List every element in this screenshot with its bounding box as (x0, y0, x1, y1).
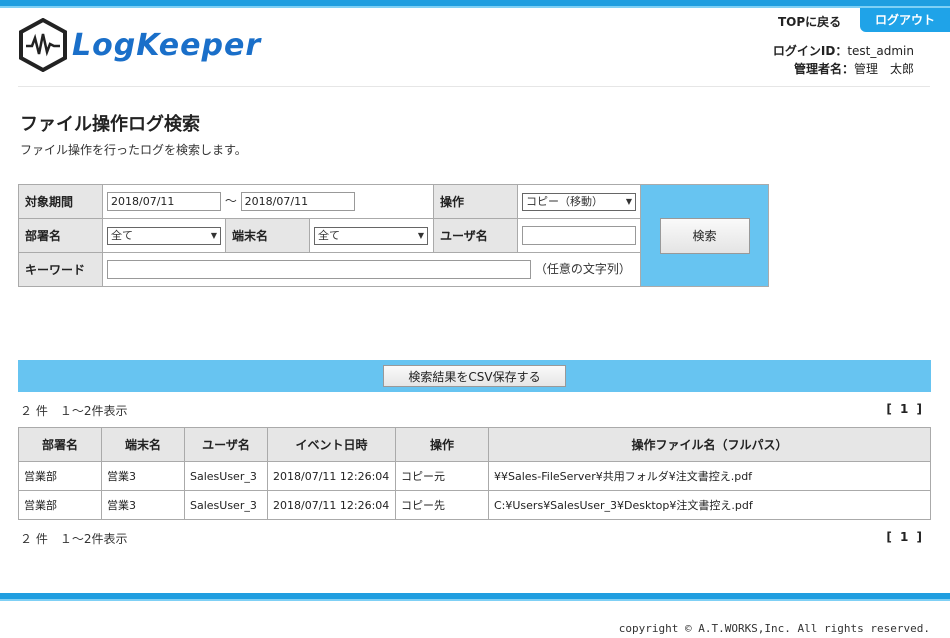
result-table: 部署名 端末名 ユーザ名 イベント日時 操作 操作ファイル名（フルパス） 営業部… (18, 427, 931, 520)
table-cell: 営業部 (18, 461, 102, 491)
search-button-cell: 検索 (640, 184, 770, 287)
table-cell: 2018/07/11 12:26:04 (267, 461, 396, 491)
search-button[interactable]: 検索 (659, 217, 750, 254)
table-cell: 営業3 (101, 461, 185, 491)
header-divider (18, 86, 930, 87)
result-count-bottom: ２ 件 １～2件表示 (20, 532, 128, 546)
pager-bottom: [ 1 ] (886, 530, 924, 544)
column-header: 操作 (395, 427, 489, 462)
column-header: 操作ファイル名（フルパス） (488, 427, 931, 462)
result-header-row: 部署名 端末名 ユーザ名 イベント日時 操作 操作ファイル名（フルパス） (18, 427, 931, 462)
pager-link[interactable]: [ 1 ] (886, 530, 924, 544)
terminal-select-value: 全て (318, 228, 340, 242)
table-cell: 営業部 (18, 490, 102, 520)
date-to-input[interactable]: 2018/07/11 (240, 192, 355, 211)
footer-accent-bar-light (0, 599, 950, 601)
table-cell: SalesUser_3 (184, 490, 268, 520)
csv-save-button[interactable]: 検索結果をCSV保存する (383, 365, 566, 387)
column-header: 端末名 (101, 427, 185, 462)
logout-button[interactable]: ログアウト (860, 8, 950, 32)
department-select-value: 全て (111, 228, 133, 242)
column-header: 部署名 (18, 427, 102, 462)
column-header: ユーザ名 (184, 427, 268, 462)
table-row: 営業部 営業3 SalesUser_3 2018/07/11 12:26:04 … (18, 461, 931, 491)
operation-label: 操作 (433, 184, 518, 219)
top-accent-bar-light (0, 6, 950, 8)
operation-select-value: コピー（移動） (526, 194, 603, 208)
period-label: 対象期間 (18, 184, 103, 219)
login-id-label: ログインID： (772, 44, 848, 58)
keyword-hint: （任意の文字列） (534, 262, 631, 276)
keyword-cell: （任意の文字列） (101, 252, 642, 287)
department-select[interactable]: 全て ▼ (107, 226, 221, 245)
dropdown-arrow-icon: ▼ (210, 230, 217, 240)
pager-link[interactable]: [ 1 ] (886, 402, 924, 416)
csv-bar: 検索結果をCSV保存する (18, 360, 931, 392)
search-form: 対象期間 2018/07/11 ～ 2018/07/11 操作 コピー（移動） ▼… (18, 184, 770, 287)
keyword-label: キーワード (18, 252, 103, 287)
user-label: ユーザ名 (433, 218, 518, 253)
table-cell: SalesUser_3 (184, 461, 268, 491)
page-description: ファイル操作を行ったログを検索します。 (20, 143, 247, 157)
dropdown-arrow-icon: ▼ (417, 230, 424, 240)
login-id-value: test_admin (847, 44, 914, 58)
copyright: copyright © A.T.WORKS,Inc. All rights re… (618, 622, 930, 635)
table-cell: 営業3 (101, 490, 185, 520)
top-page-link[interactable]: TOPに戻る (778, 13, 841, 30)
operation-cell: コピー（移動） ▼ (516, 184, 642, 219)
result-count-top: ２ 件 １～2件表示 (20, 404, 128, 418)
table-row: 営業部 営業3 SalesUser_3 2018/07/11 12:26:04 … (18, 490, 931, 520)
keyword-input[interactable] (107, 260, 531, 279)
operation-select[interactable]: コピー（移動） ▼ (522, 192, 636, 211)
department-cell: 全て ▼ (102, 218, 226, 253)
page-title: ファイル操作ログ検索 (20, 114, 200, 135)
table-cell: 2018/07/11 12:26:04 (267, 490, 396, 520)
user-cell (516, 218, 642, 253)
table-cell: C:¥Users¥SalesUser_3¥Desktop¥注文書控え.pdf (488, 490, 931, 520)
department-label: 部署名 (18, 218, 103, 253)
terminal-cell: 全て ▼ (309, 218, 434, 253)
logo-hexagon-icon (19, 18, 67, 72)
table-cell: コピー元 (395, 461, 489, 491)
user-input[interactable] (522, 226, 636, 245)
dropdown-arrow-icon: ▼ (625, 196, 632, 206)
date-from-input[interactable]: 2018/07/11 (107, 192, 221, 211)
user-info: ログインID：test_admin 管理者名：管理 太郎 (773, 42, 914, 78)
column-header: イベント日時 (267, 427, 396, 462)
admin-name-value: 管理 太郎 (853, 62, 914, 76)
date-separator: ～ (224, 194, 237, 208)
period-cell: 2018/07/11 ～ 2018/07/11 (102, 184, 434, 219)
logo[interactable]: LogKeeper (18, 18, 261, 72)
admin-name-label: 管理者名： (793, 62, 854, 76)
terminal-select[interactable]: 全て ▼ (314, 226, 428, 245)
table-cell: ¥¥Sales-FileServer¥共用フォルダ¥注文書控え.pdf (488, 461, 931, 491)
logo-text: LogKeeper (72, 27, 262, 63)
terminal-label: 端末名 (225, 218, 310, 253)
pager-top: [ 1 ] (886, 402, 924, 416)
table-cell: コピー先 (395, 490, 489, 520)
